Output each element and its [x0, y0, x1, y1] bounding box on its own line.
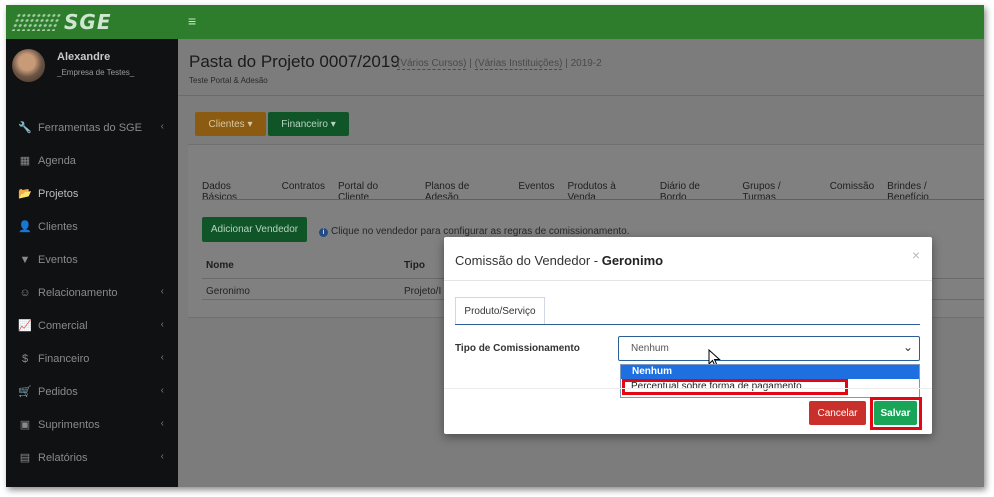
sidebar-menu: 🔧 Ferramentas do SGE ‹ ▦ Agenda 📂 Projetos 👤 Cli… [6, 111, 178, 474]
chevron-left-icon: ‹ [160, 418, 164, 429]
sidebar-item[interactable]: $ Financeiro ‹ [6, 342, 178, 375]
highlight-box-option [622, 379, 848, 395]
chevron-left-icon: ‹ [160, 286, 164, 297]
hint-text: Clique no vendedor para configurar as re… [331, 226, 630, 237]
subtitle-separator-2: | [562, 58, 571, 69]
line-chart-icon: 📈 [18, 320, 32, 332]
commission-type-select[interactable]: Nenhum ⌄ [618, 336, 920, 361]
user-icon: 👤 [18, 221, 32, 233]
financeiro-dropdown-button[interactable]: Financeiro ▾ [268, 112, 349, 136]
column-header-tipo: Tipo [404, 260, 425, 271]
sidebar-item[interactable]: 📈 Comercial ‹ [6, 309, 178, 342]
clientes-dropdown-button[interactable]: Clientes ▾ [195, 112, 266, 136]
sidebar-item[interactable]: ▤ Relatórios ‹ [6, 441, 178, 474]
sidebar-item[interactable]: 👤 Clientes [6, 210, 178, 243]
chevron-left-icon: ‹ [160, 121, 164, 132]
modal-tab-underline [455, 324, 920, 325]
chevron-left-icon: ‹ [160, 385, 164, 396]
sidebar-item-label: Ferramentas do SGE [38, 121, 142, 134]
user-company: _Empresa de Testes_ [57, 68, 135, 77]
modal-footer-divider [444, 388, 932, 389]
sidebar-item[interactable]: ▣ Suprimentos ‹ [6, 408, 178, 441]
sidebar-item-label: Comercial [38, 319, 88, 332]
app-window: SGE ≡ Alexandre _Empresa de Testes_ 🔧 Fer… [6, 5, 984, 487]
sidebar-item-label: Eventos [38, 253, 78, 266]
folder-open-icon: 📂 [18, 188, 32, 200]
user-name: Alexandre [57, 51, 111, 63]
modal-title-prefix: Comissão do Vendedor - [455, 253, 602, 268]
page-description: Teste Portal & Adesão [189, 76, 268, 85]
dollar-icon: $ [21, 352, 29, 365]
add-seller-button[interactable]: Adicionar Vendedor [202, 217, 307, 242]
tab-produto-servico[interactable]: Produto/Serviço [455, 297, 545, 325]
wrench-icon: 🔧 [18, 122, 32, 134]
modal-header-divider [444, 280, 932, 281]
smile-icon: ☺ [19, 286, 31, 299]
table-cell-name[interactable]: Geronimo [206, 286, 250, 297]
instituicoes-link[interactable]: (Várias Instituições) [474, 58, 563, 70]
chevron-left-icon: ‹ [160, 352, 164, 363]
cart-icon: 🛒 [18, 386, 32, 398]
project-year: 2019-2 [570, 58, 602, 69]
chevron-left-icon: ‹ [160, 319, 164, 330]
page-title: Pasta do Projeto 0007/2019 [189, 52, 400, 71]
tabs-underline [202, 199, 984, 200]
menu-toggle-icon[interactable]: ≡ [188, 13, 196, 29]
calendar-icon: ▦ [19, 155, 31, 167]
sidebar-item[interactable]: 🛒 Pedidos ‹ [6, 375, 178, 408]
select-value: Nenhum [631, 343, 669, 354]
sidebar-item-label: Projetos [38, 187, 79, 200]
cursos-link[interactable]: (Vários Cursos) [397, 58, 467, 70]
cancel-button[interactable]: Cancelar [809, 401, 866, 425]
commission-type-label: Tipo de Comissionamento [455, 343, 580, 354]
logo-text: SGE [64, 10, 112, 34]
top-bar: SGE ≡ [6, 5, 984, 39]
page-subtitle: (Vários Cursos) | (Várias Instituições) … [397, 58, 602, 70]
table-cell-type[interactable]: Projeto/I [404, 286, 441, 297]
sidebar-item[interactable]: 🔧 Ferramentas do SGE ‹ [6, 111, 178, 144]
filter-icon: ▼ [19, 253, 31, 266]
divider [178, 95, 984, 96]
info-icon: i [319, 228, 328, 237]
logo-dots-icon [10, 13, 62, 31]
sidebar-item-label: Relacionamento [38, 286, 118, 299]
commission-modal: Comissão do Vendedor - Geronimo × Produt… [444, 237, 932, 434]
sidebar: Alexandre _Empresa de Testes_ 🔧 Ferrament… [6, 39, 178, 487]
cubes-icon: ▣ [19, 419, 31, 431]
sidebar-item[interactable]: ☺ Relacionamento ‹ [6, 276, 178, 309]
report-icon: ▤ [19, 452, 31, 464]
subtitle-separator: | [466, 58, 475, 69]
modal-title-seller: Geronimo [601, 253, 664, 268]
column-header-nome: Nome [206, 260, 234, 271]
sidebar-item-label: Financeiro [38, 352, 90, 365]
commission-hint: i Clique no vendedor para configurar as r… [319, 226, 630, 237]
chevron-left-icon: ‹ [160, 451, 164, 462]
sidebar-item-label: Suprimentos [38, 418, 100, 431]
sidebar-item-label: Relatórios [38, 451, 88, 464]
avatar [12, 49, 45, 82]
chevron-down-icon: ⌄ [902, 340, 913, 354]
sidebar-item[interactable]: ▼ Eventos [6, 243, 178, 276]
sidebar-item-label: Pedidos [38, 385, 78, 398]
sidebar-item-label: Clientes [38, 220, 78, 233]
close-icon[interactable]: × [912, 247, 920, 263]
option-nenhum[interactable]: Nenhum [621, 365, 919, 379]
logo[interactable]: SGE [10, 9, 178, 35]
user-panel: Alexandre _Empresa de Testes_ [12, 49, 172, 89]
modal-title: Comissão do Vendedor - Geronimo [455, 253, 663, 268]
sidebar-item[interactable]: ▦ Agenda [6, 144, 178, 177]
sidebar-item[interactable]: 📂 Projetos [6, 177, 178, 210]
sidebar-item-label: Agenda [38, 154, 76, 167]
highlight-box-save [870, 397, 922, 430]
